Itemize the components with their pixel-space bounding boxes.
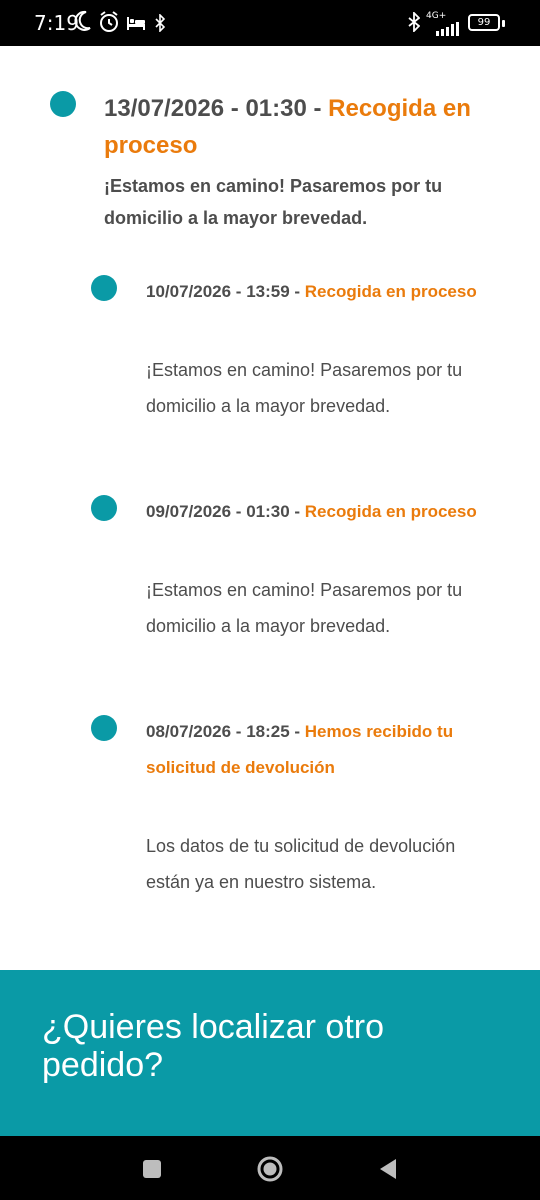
- timeline-dot: [91, 495, 117, 521]
- timeline-dot: [50, 91, 76, 117]
- event-date: 09/07/2026 - 01:30: [146, 502, 290, 521]
- bluetooth-icon: [155, 14, 165, 32]
- battery-icon: 99: [468, 14, 500, 31]
- event-date: 10/07/2026 - 13:59: [146, 282, 290, 301]
- timeline-dot: [91, 715, 117, 741]
- alarm-icon: [100, 11, 118, 32]
- event-date: 08/07/2026 - 18:25: [146, 722, 290, 741]
- bluetooth-icon: [408, 12, 420, 32]
- event-separator: -: [289, 282, 305, 301]
- locate-order-title[interactable]: ¿Quieres localizar otro pedido?: [42, 1008, 512, 1084]
- timeline-dot: [91, 275, 117, 301]
- event-separator: -: [306, 95, 329, 122]
- bed-icon: [127, 17, 145, 30]
- home-icon[interactable]: [255, 1154, 285, 1184]
- event-separator: -: [289, 502, 305, 521]
- back-icon[interactable]: [374, 1154, 404, 1184]
- event-description: ¡Estamos en camino! Pasaremos por tu dom…: [104, 176, 443, 228]
- system-nav-bar: [0, 1136, 540, 1200]
- event-heading: 09/07/2026 - 01:30 - Recogida en proceso: [146, 494, 496, 530]
- event-description: ¡Estamos en camino! Pasaremos por tu dom…: [146, 360, 463, 416]
- event-description: ¡Estamos en camino! Pasaremos por tu dom…: [146, 580, 463, 636]
- battery-level: 99: [477, 17, 491, 28]
- event-separator: -: [289, 722, 305, 741]
- status-bar: 7:19 4G+ 99: [0, 0, 540, 46]
- moon-icon: [74, 10, 91, 31]
- status-time: 7:19: [34, 11, 79, 35]
- event-status: Recogida en proceso: [304, 502, 477, 521]
- event-description: Los datos de tu solicitud de devolución …: [146, 836, 456, 892]
- event-status: Recogida en proceso: [304, 282, 477, 301]
- event-date: 13/07/2026 - 01:30: [104, 95, 307, 122]
- recents-icon[interactable]: [137, 1154, 167, 1184]
- event-heading: 13/07/2026 - 01:30 - Recogida en proceso: [104, 90, 504, 164]
- network-label: 4G+: [426, 11, 447, 21]
- locate-order-section[interactable]: ¿Quieres localizar otro pedido?: [0, 970, 540, 1136]
- battery-tip: [502, 20, 505, 27]
- event-heading: 08/07/2026 - 18:25 - Hemos recibido tu s…: [146, 714, 496, 786]
- event-heading: 10/07/2026 - 13:59 - Recogida en proceso: [146, 274, 496, 310]
- signal-icon: [436, 22, 459, 36]
